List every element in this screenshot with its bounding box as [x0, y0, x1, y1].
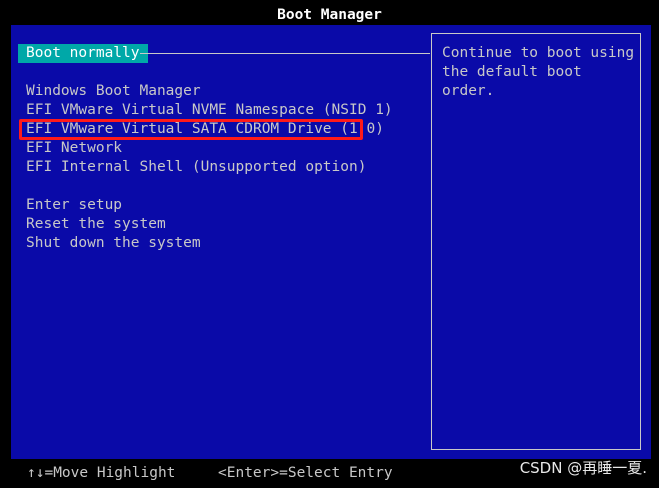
boot-entry-nvme[interactable]: EFI VMware Virtual NVME Namespace (NSID …: [26, 101, 393, 120]
watermark-text: CSDN @再睡一夏.: [519, 459, 647, 477]
help-panel: Continue to boot using the default boot …: [431, 33, 641, 450]
help-text: Continue to boot using the default boot …: [442, 45, 643, 99]
action-reset-system[interactable]: Reset the system: [26, 215, 166, 234]
footer-select-hint: <Enter>=Select Entry: [218, 465, 393, 481]
boot-entry-internal-shell[interactable]: EFI Internal Shell (Unsupported option): [26, 158, 366, 177]
action-shut-down[interactable]: Shut down the system: [26, 234, 201, 253]
boot-entry-windows-boot-manager[interactable]: Windows Boot Manager: [26, 82, 201, 101]
window-title: Boot Manager: [0, 0, 659, 25]
boot-entry-network[interactable]: EFI Network: [26, 139, 122, 158]
boot-normally-option[interactable]: Boot normally: [18, 44, 148, 63]
action-enter-setup[interactable]: Enter setup: [26, 196, 122, 215]
footer-bar: ↑↓=Move Highlight <Enter>=Select Entry C…: [0, 459, 659, 488]
annotation-highlight-box: [19, 119, 363, 140]
selection-connector-line: [140, 53, 430, 54]
footer-move-hint: ↑↓=Move Highlight: [27, 465, 176, 481]
boot-manager-panel: Boot normally Windows Boot Manager EFI V…: [11, 25, 651, 459]
